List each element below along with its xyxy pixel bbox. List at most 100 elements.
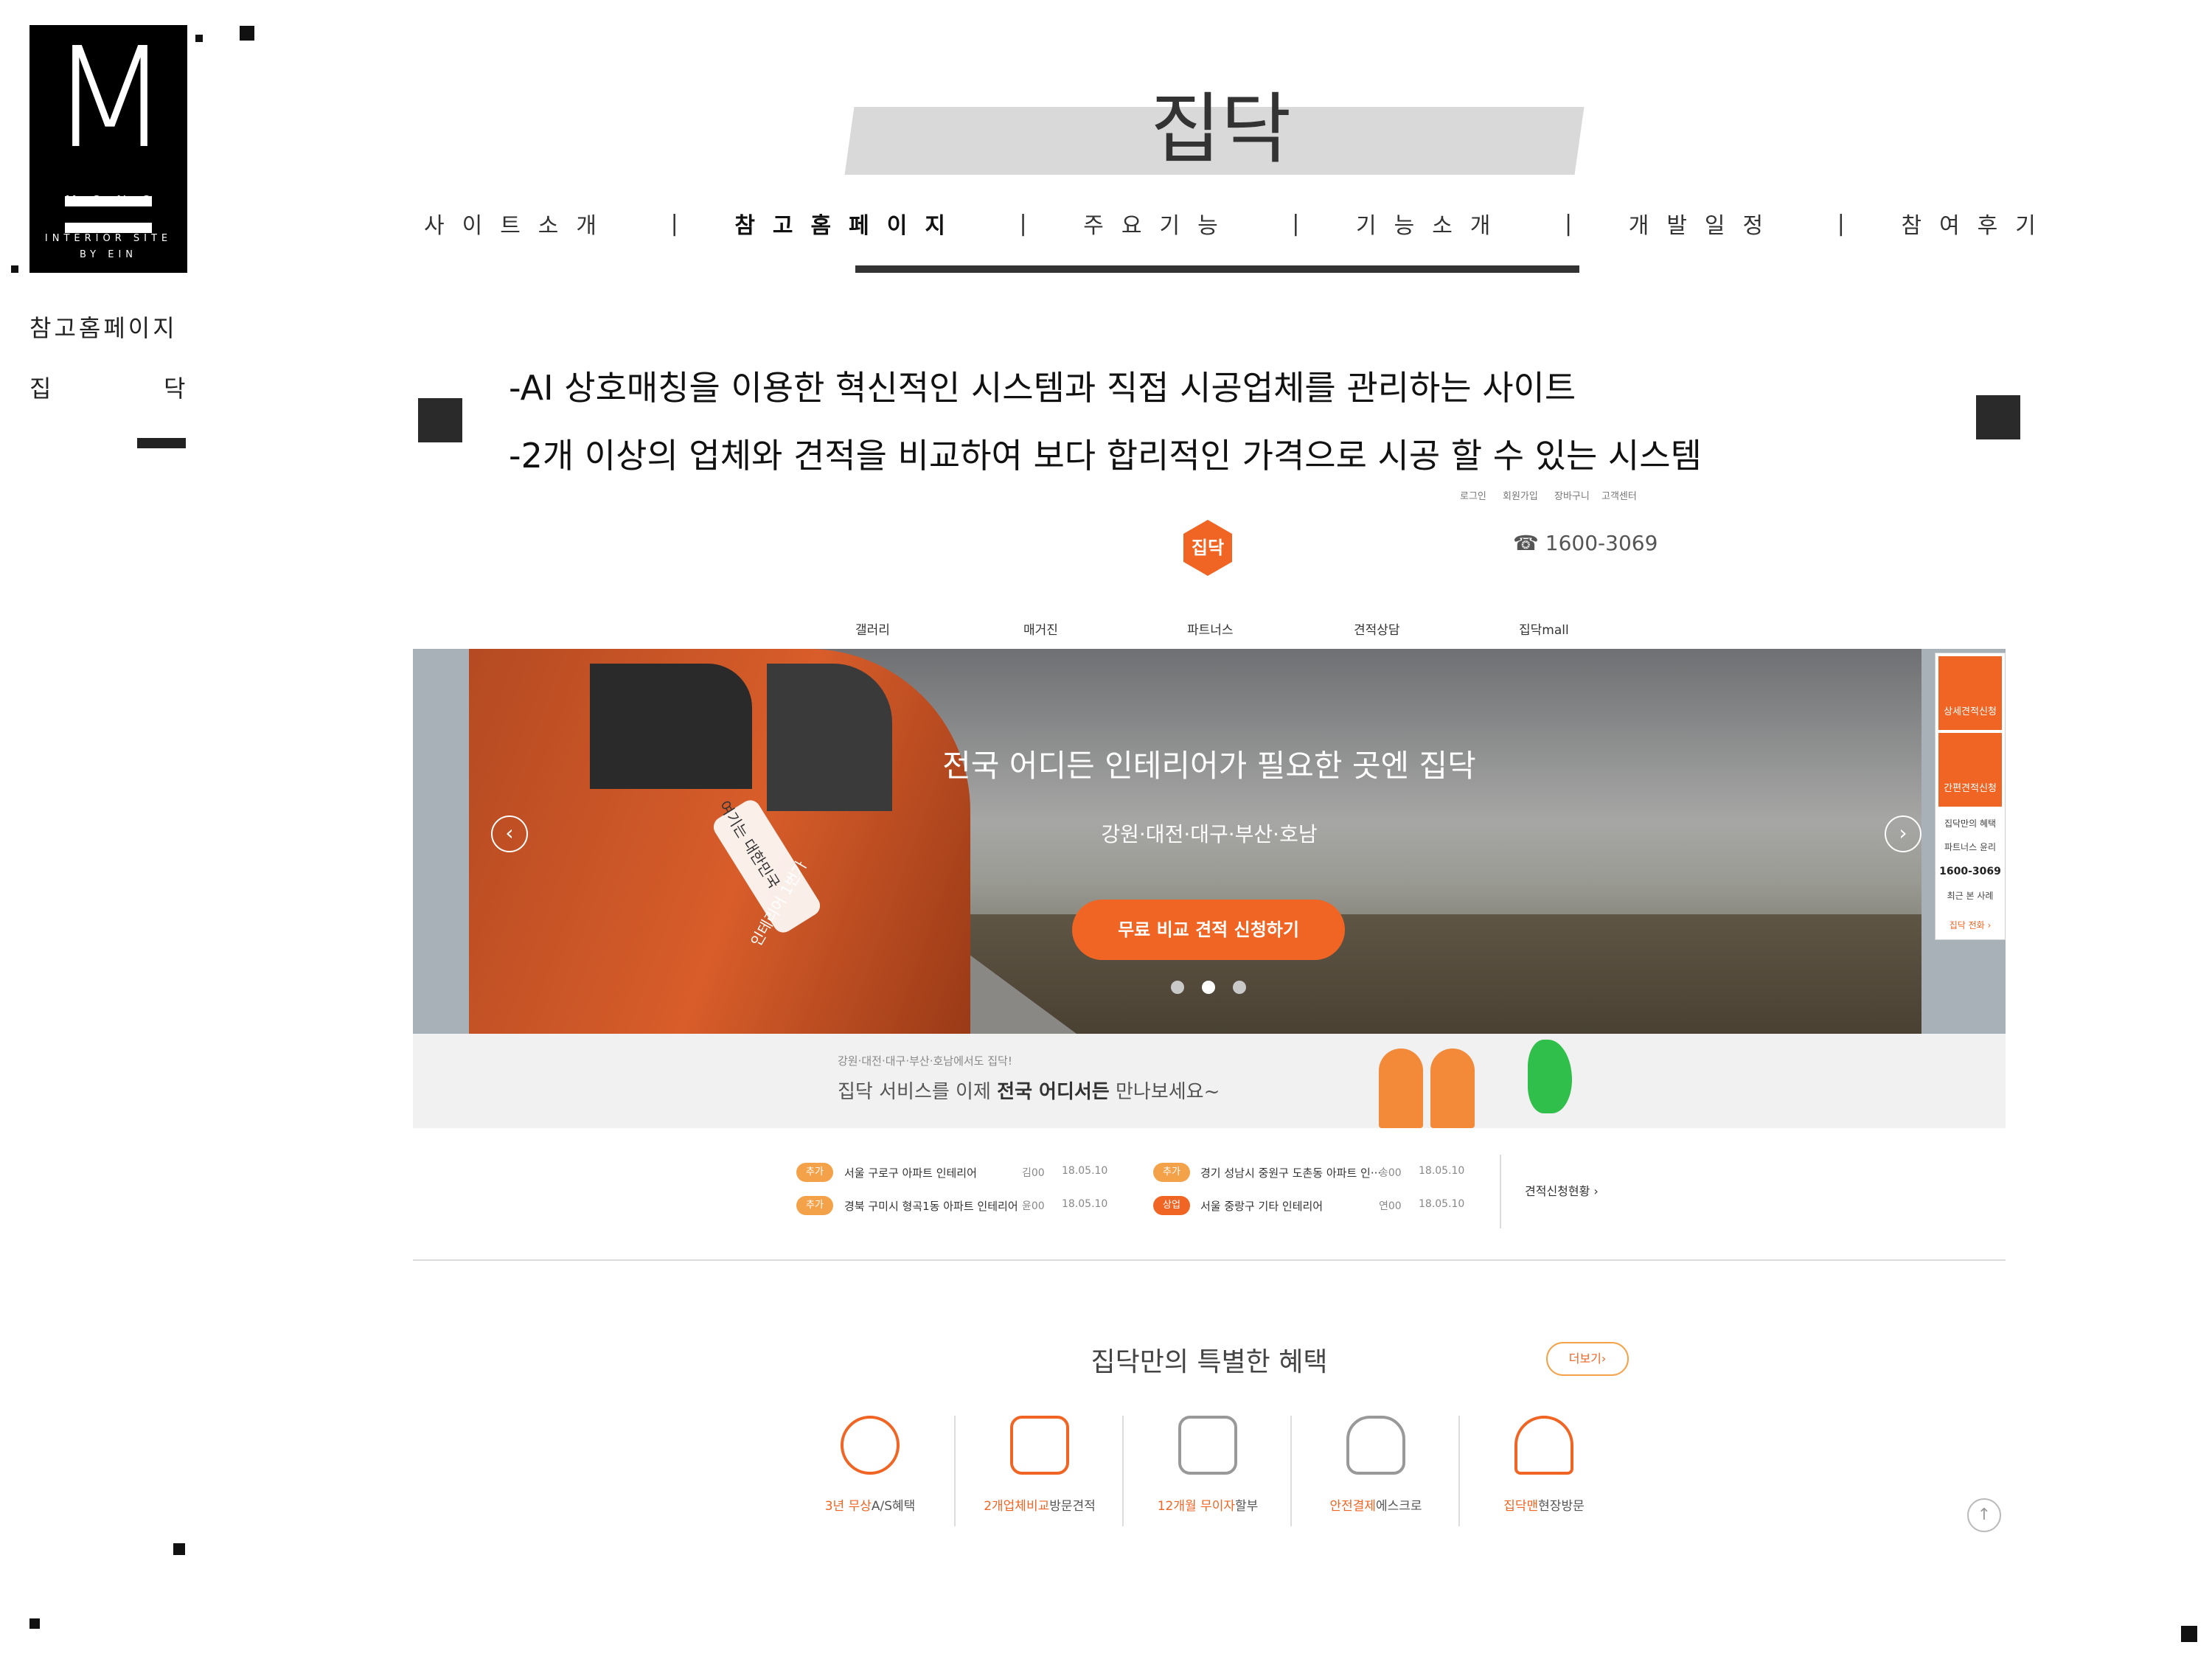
detail-quote-label: 상세견적신청: [1944, 706, 1997, 717]
nav-item-feature-intro[interactable]: 기능소개: [1356, 207, 1508, 240]
news-date: 18.05.10: [1062, 1198, 1108, 1210]
news-name: 연00: [1379, 1200, 1402, 1212]
top-link-cart[interactable]: 장바구니: [1554, 488, 1590, 502]
deco-square: [11, 265, 18, 273]
top-link-support[interactable]: 고객센터: [1601, 488, 1637, 502]
top-link-login[interactable]: 로그인: [1460, 488, 1486, 502]
menu-magazine[interactable]: 매거진: [1023, 619, 1058, 638]
hero-van-window: [767, 664, 892, 811]
sidebar-item-current[interactable]: 참고홈페이지: [29, 310, 178, 344]
benefit-highlight: 3년 무상: [824, 1499, 872, 1514]
benefit-installment[interactable]: 12개월 무이자할부: [1127, 1416, 1289, 1514]
simple-quote-label: 간편견적신청: [1944, 783, 1997, 794]
side-link[interactable]: 최근 본 사례: [1935, 889, 2005, 902]
nav-separator: |: [1837, 210, 1845, 237]
carousel-dot-active[interactable]: [1202, 981, 1215, 994]
banner-big-text: 집닥 서비스를 이제 전국 어디서든 만나보세요~: [838, 1077, 1220, 1104]
benefit-highlight: 12개월 무이자: [1157, 1499, 1235, 1514]
benefit-visit[interactable]: 집닥맨현장방문: [1463, 1416, 1625, 1514]
menu-partners[interactable]: 파트너스: [1187, 619, 1234, 638]
side-link[interactable]: 집닥 전화 ›: [1935, 919, 2005, 931]
menu-consult[interactable]: 견적상담: [1354, 619, 1400, 638]
map-illustration: [1528, 1040, 1572, 1113]
news-title[interactable]: 서울 중랑구 기타 인테리어: [1200, 1198, 1323, 1214]
reference-site-screenshot: 로그인 회원가입 장바구니 고객센터 집닥 ☎ 1600-3069 갤러리 매거…: [413, 479, 2006, 1545]
deco-square: [173, 1543, 185, 1555]
news-tag: 추가: [796, 1196, 833, 1215]
carousel-dot[interactable]: [1233, 981, 1246, 994]
detail-quote-button[interactable]: 상세견적신청: [1938, 656, 2002, 730]
hero-regions: 강원·대전·대구·부산·호남: [1101, 822, 1318, 846]
menu-gallery[interactable]: 갤러리: [855, 619, 890, 638]
deco-square: [2181, 1626, 2197, 1642]
deco-square: [29, 1618, 40, 1629]
banner-big-post: 만나보세요~: [1109, 1081, 1220, 1103]
top-link-signup[interactable]: 회원가입: [1503, 488, 1538, 502]
free-quote-button[interactable]: 무료 비교 견적 신청하기: [1072, 900, 1345, 960]
news-title[interactable]: 경북 구미시 형곡1동 아파트 인테리어: [844, 1198, 1018, 1214]
side-phone[interactable]: 1600-3069: [1935, 866, 2005, 877]
benefit-divider: [1458, 1416, 1460, 1526]
news-date: 18.05.10: [1419, 1165, 1465, 1177]
benefit-rest: 현장방문: [1538, 1499, 1585, 1514]
quote-status-link[interactable]: 견적신청현황 ›: [1525, 1181, 1599, 1199]
benefit-highlight: 안전결제: [1329, 1499, 1376, 1514]
logo-line2: BY EIN: [79, 249, 138, 260]
benefit-as[interactable]: 3년 무상A/S혜택: [789, 1416, 951, 1514]
hero-headline: 전국 어디든 인테리어가 필요한 곳엔 집닥: [942, 748, 1476, 784]
main-nav: 사이트소개 | 참고홈페이지 | 주요기능 | 기능소개 | 개발일정 | 참여…: [424, 205, 2053, 242]
nav-item-site-intro[interactable]: 사이트소개: [424, 207, 614, 240]
benefit-highlight: 2개업체비교: [984, 1499, 1050, 1514]
logo-line1: INTERIOR SITE: [44, 233, 173, 244]
banner-small-text: 강원·대전·대구·부산·호남에서도 집닥!: [838, 1054, 1012, 1068]
side-link[interactable]: 집닥만의 혜택: [1935, 817, 2005, 830]
nav-item-main-features[interactable]: 주요기능: [1083, 207, 1235, 240]
mono-logo[interactable]: M MONO INTERIOR SITE BY EIN: [29, 25, 187, 273]
news-title[interactable]: 경기 성남시 중원구 도촌동 아파트 인···: [1200, 1165, 1381, 1180]
worker-illustration: [1430, 1048, 1475, 1128]
nav-item-reference[interactable]: 참고홈페이지: [734, 207, 963, 240]
menu-mall[interactable]: 집닥mall: [1519, 619, 1569, 638]
side-link[interactable]: 파트너스 윤리: [1935, 841, 2005, 853]
sidebar-item-a[interactable]: 집: [29, 370, 51, 404]
deco-square-right: [1976, 395, 2020, 439]
money-bag-icon: [1346, 1416, 1405, 1475]
page-title: 집닥: [1150, 84, 1292, 174]
worker-helmet-icon: [1514, 1416, 1573, 1475]
more-button[interactable]: 더보기›: [1546, 1342, 1629, 1376]
logo-bar: [65, 223, 152, 233]
brand-logo[interactable]: 집닥: [1183, 520, 1232, 576]
benefit-rest: 방문견적: [1049, 1499, 1096, 1514]
sidebar-item-b[interactable]: 닥: [164, 370, 185, 404]
description-line-2: -2개 이상의 업체와 견적을 비교하여 보다 합리적인 가격으로 시공 할 수…: [509, 436, 1702, 476]
benefit-label: 집닥맨현장방문: [1463, 1495, 1625, 1514]
benefit-label: 12개월 무이자할부: [1127, 1495, 1289, 1514]
benefit-highlight: 집닥맨: [1503, 1499, 1539, 1514]
news-divider: [1500, 1155, 1501, 1228]
deco-square: [195, 35, 203, 42]
nationwide-banner[interactable]: 강원·대전·대구·부산·호남에서도 집닥! 집닥 서비스를 이제 전국 어디서든…: [413, 1034, 2006, 1128]
nav-item-reviews[interactable]: 참여후기: [1901, 207, 2053, 240]
nav-separator: |: [1565, 210, 1573, 237]
benefit-divider: [1122, 1416, 1124, 1526]
banner-big-bold: 전국 어디서든: [997, 1081, 1110, 1103]
nav-active-underline: [855, 265, 1579, 273]
phone-number: ☎ 1600-3069: [1513, 531, 1658, 555]
news-title[interactable]: 서울 구로구 아파트 인테리어: [844, 1165, 977, 1180]
benefit-label: 안전결제에스크로: [1295, 1495, 1457, 1514]
benefit-rest: A/S혜택: [871, 1499, 916, 1514]
logo-letter: M: [49, 18, 170, 179]
deco-square: [240, 26, 254, 41]
benefit-escrow[interactable]: 안전결제에스크로: [1295, 1416, 1457, 1514]
scroll-top-button[interactable]: ↑: [1967, 1498, 2001, 1532]
nav-item-schedule[interactable]: 개발일정: [1629, 207, 1781, 240]
benefit-compare[interactable]: 2개업체비교방문견적: [959, 1416, 1121, 1514]
benefit-label: 2개업체비교방문견적: [959, 1495, 1121, 1514]
hero-banner: 여기는 대한민국 인테리어 1번가 ‹ › 전국 어디든 인테리어가 필요한 곳…: [413, 649, 2006, 1034]
carousel-dot[interactable]: [1171, 981, 1184, 994]
worker-illustration: [1379, 1048, 1423, 1128]
news-name: 김00: [1022, 1167, 1045, 1179]
banner-big-pre: 집닥 서비스를 이제: [838, 1081, 998, 1103]
simple-quote-button[interactable]: 간편견적신청: [1938, 733, 2002, 807]
brand-logo-text: 집닥: [1191, 538, 1225, 558]
